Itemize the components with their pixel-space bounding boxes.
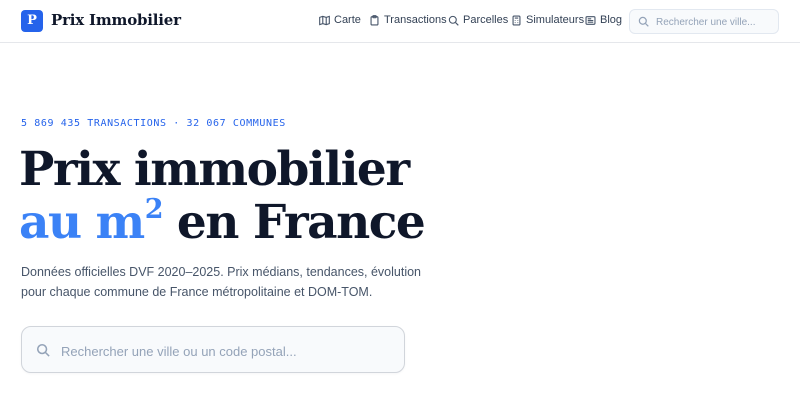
nav-item-simulateurs[interactable]: Simulateurs — [511, 14, 584, 26]
hero-search-input[interactable] — [59, 339, 393, 363]
newspaper-icon — [585, 15, 596, 25]
nav-item-transactions[interactable]: Transactions — [369, 14, 447, 26]
nav-item-parcelles[interactable]: Parcelles — [448, 14, 508, 26]
title-rest: en France — [162, 195, 426, 250]
top-navbar: P Prix Immobilier Carte Transactions Par… — [0, 0, 800, 43]
hero-description: Données officielles DVF 2020–2025. Prix … — [21, 265, 422, 299]
title-superscript: 2 — [144, 194, 164, 225]
header-search[interactable] — [629, 9, 779, 34]
search-icon — [448, 15, 459, 26]
page-title-line-2: au m2 en France — [19, 196, 426, 246]
logo-icon[interactable]: P — [21, 10, 43, 32]
clipboard-icon — [370, 14, 379, 26]
title-accent: au m — [19, 195, 145, 250]
page-title-line-1: Prix immobilier — [19, 142, 410, 197]
map-icon — [319, 15, 330, 25]
calculator-icon — [512, 14, 521, 26]
header-search-input[interactable] — [654, 13, 778, 32]
brand-name[interactable]: Prix Immobilier — [51, 11, 181, 29]
search-icon — [36, 343, 50, 357]
nav-item-carte[interactable]: Carte — [319, 14, 361, 26]
search-icon — [638, 16, 649, 27]
nav-label-simulateurs: Simulateurs — [526, 14, 585, 26]
hero-search[interactable] — [21, 326, 405, 373]
nav-label-parcelles: Parcelles — [463, 14, 509, 26]
nav-label-blog: Blog — [600, 14, 623, 26]
nav-label-transactions: Transactions — [384, 14, 447, 26]
nav-item-blog[interactable]: Blog — [585, 14, 622, 26]
nav-label-carte: Carte — [334, 14, 361, 26]
stats-line: 5 869 435 TRANSACTIONS · 32 067 COMMUNES — [21, 118, 286, 129]
